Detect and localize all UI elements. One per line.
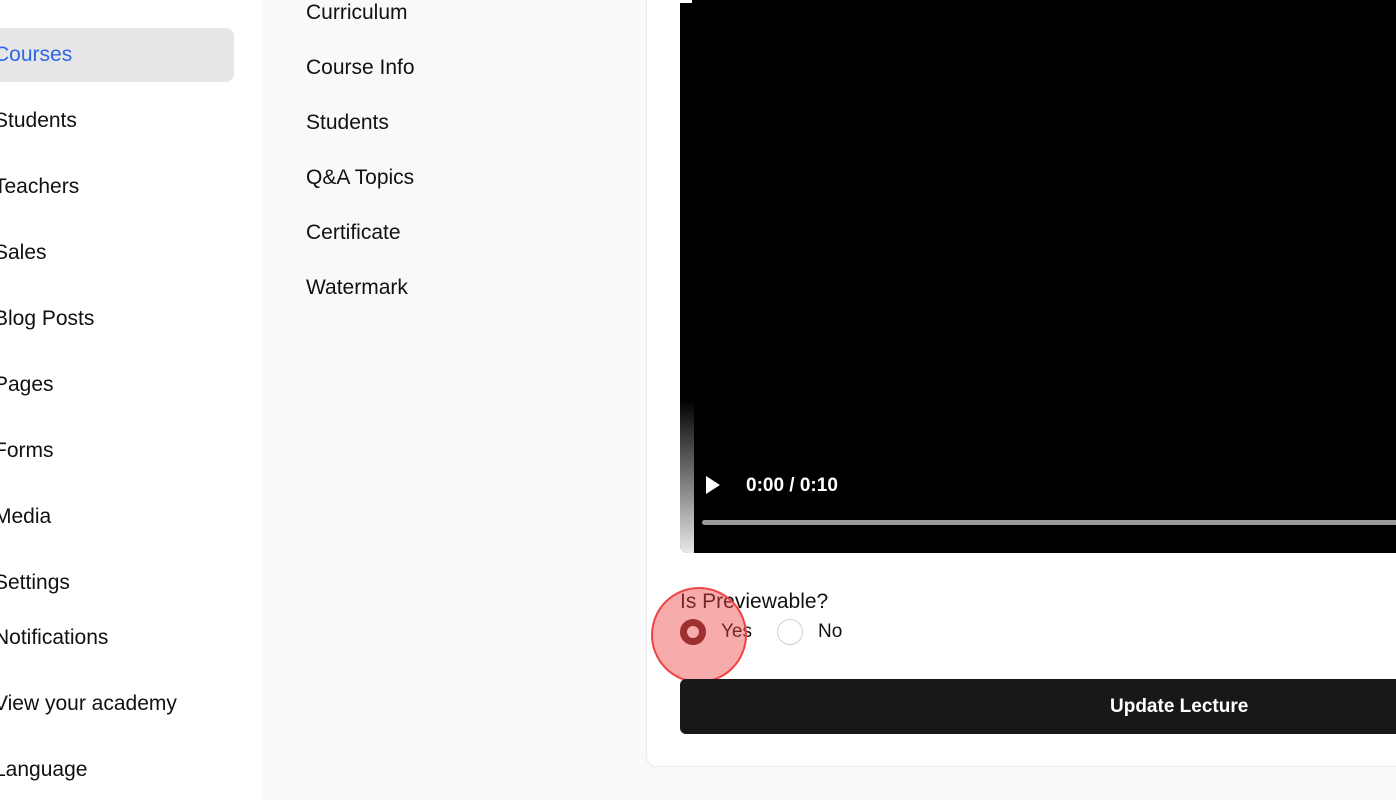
video-top-edge bbox=[680, 0, 692, 3]
play-icon[interactable] bbox=[706, 476, 720, 494]
course-nav-students[interactable]: Students bbox=[306, 111, 389, 135]
course-nav-course-info[interactable]: Course Info bbox=[306, 56, 415, 80]
course-nav-qa-topics[interactable]: Q&A Topics bbox=[306, 166, 414, 190]
sidebar-item-label: Media bbox=[0, 505, 52, 528]
previewable-no-option[interactable]: No bbox=[777, 619, 842, 645]
sidebar-item-courses[interactable]: Courses bbox=[0, 28, 234, 82]
previewable-yes-option[interactable]: Yes bbox=[680, 619, 752, 645]
sidebar-item-language[interactable]: Language bbox=[0, 743, 234, 797]
sidebar: Courses Students Teachers Sales Blog Pos… bbox=[0, 0, 262, 800]
sidebar-item-label: Forms bbox=[0, 439, 54, 462]
sidebar-item-label: Sales bbox=[0, 241, 47, 264]
sidebar-item-label: Notifications bbox=[0, 626, 109, 649]
sidebar-item-label: Pages bbox=[0, 373, 54, 396]
sidebar-item-label: Courses bbox=[0, 43, 73, 66]
sidebar-item-label: Language bbox=[0, 758, 88, 781]
video-progress-bar[interactable] bbox=[702, 520, 1396, 525]
sidebar-item-label: Teachers bbox=[0, 175, 80, 198]
sidebar-item-view-academy[interactable]: View your academy bbox=[0, 677, 234, 731]
sidebar-item-notifications[interactable]: Notifications bbox=[0, 611, 234, 665]
sidebar-item-label: Settings bbox=[0, 571, 70, 594]
app-root: Courses Students Teachers Sales Blog Pos… bbox=[0, 0, 1396, 800]
course-subnav: Curriculum Course Info Students Q&A Topi… bbox=[262, 0, 646, 800]
video-player[interactable]: 0:00 / 0:10 bbox=[680, 0, 1396, 553]
sidebar-item-settings[interactable]: Settings bbox=[0, 556, 234, 610]
sidebar-item-forms[interactable]: Forms bbox=[0, 424, 234, 478]
course-nav-certificate[interactable]: Certificate bbox=[306, 221, 401, 245]
previewable-no-label: No bbox=[818, 621, 843, 642]
sidebar-item-label: Students bbox=[0, 109, 77, 132]
video-time: 0:00 / 0:10 bbox=[746, 475, 838, 496]
previewable-yes-radio[interactable] bbox=[680, 619, 706, 645]
update-lecture-label: Update Lecture bbox=[1110, 696, 1249, 717]
update-lecture-button[interactable]: Update Lecture bbox=[680, 679, 1396, 734]
sidebar-item-media[interactable]: Media bbox=[0, 490, 234, 544]
sidebar-item-label: View your academy bbox=[0, 692, 177, 715]
video-edge-gradient bbox=[680, 400, 694, 553]
previewable-no-radio[interactable] bbox=[777, 619, 803, 645]
sidebar-item-teachers[interactable]: Teachers bbox=[0, 160, 234, 214]
previewable-label: Is Previewable? bbox=[680, 590, 829, 613]
sidebar-item-pages[interactable]: Pages bbox=[0, 358, 234, 412]
sidebar-item-blog-posts[interactable]: Blog Posts bbox=[0, 292, 234, 346]
course-nav-watermark[interactable]: Watermark bbox=[306, 276, 408, 300]
sidebar-item-sales[interactable]: Sales bbox=[0, 226, 234, 280]
sidebar-item-students[interactable]: Students bbox=[0, 94, 234, 148]
previewable-yes-label: Yes bbox=[721, 621, 752, 642]
course-nav-curriculum[interactable]: Curriculum bbox=[306, 1, 408, 25]
sidebar-item-label: Blog Posts bbox=[0, 307, 95, 330]
